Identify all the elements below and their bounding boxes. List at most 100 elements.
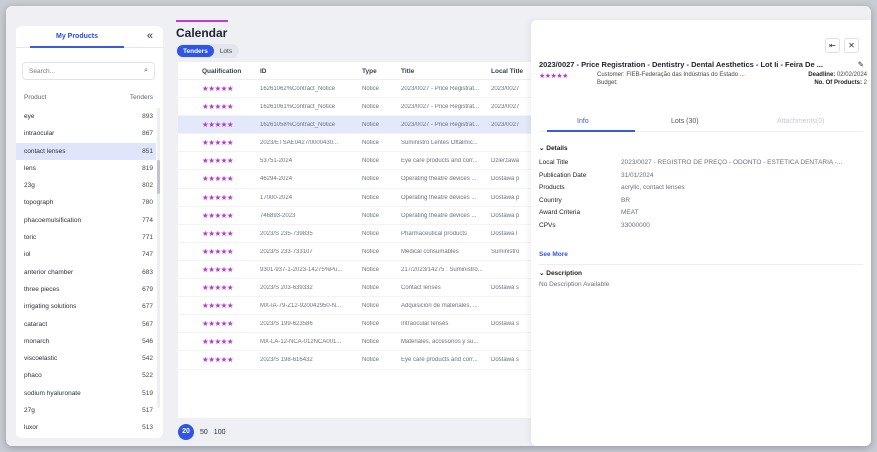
product-search-input[interactable]: [22, 62, 155, 80]
table-row[interactable]: ★★★★★ 9301-937-1-2023-14275%Pu... Notice 21…: [178, 261, 532, 280]
tab-lots[interactable]: Lots (30): [671, 118, 699, 125]
product-tender-count: 774: [142, 216, 153, 224]
qualification-stars: ★★★★★: [202, 156, 234, 166]
tender-title-cell: Materiales, accesorios y su...: [401, 339, 479, 346]
table-row[interactable]: ★★★★★ 16261061%Contract_Notice Notice 2023/…: [178, 98, 532, 117]
table-row[interactable]: ★★★★★ MX-LA-12-NCA-012NCA001... Notice Mate…: [178, 333, 532, 352]
table-row[interactable]: ★★★★★ 16261062%Contract_Notice Notice 2023/…: [178, 80, 532, 99]
product-tender-count: 893: [142, 113, 153, 120]
product-list-item[interactable]: iol 747: [16, 246, 156, 263]
product-list-item[interactable]: phaco 522: [16, 367, 156, 384]
product-column-header[interactable]: Product: [24, 94, 46, 101]
tab-lots[interactable]: Lots: [214, 45, 238, 57]
my-products-tab[interactable]: My Products: [36, 33, 118, 40]
tender-id-cell: MX-IA-79-Z12-920042950-N...: [260, 303, 342, 310]
product-tender-count: 851: [142, 147, 153, 155]
product-list-scrollbar[interactable]: [157, 108, 160, 408]
product-name: phaco: [24, 372, 42, 380]
table-row[interactable]: ★★★★★ 16261058%Contract_Notice Notice 2023/…: [178, 116, 532, 135]
tender-id-cell: 9301-937-1-2023-14275%Pu...: [260, 266, 343, 273]
table-row[interactable]: ★★★★★ 17000-2024 Notice Operating theatre d…: [178, 189, 532, 207]
tender-title-cell: Eye care products and corr...: [401, 357, 478, 364]
table-row[interactable]: ★★★★★ 53751-2024 Notice Eye care products a…: [178, 152, 532, 171]
search-icon[interactable]: ⌕: [144, 67, 148, 75]
product-list-item[interactable]: eye 893: [16, 108, 156, 125]
close-icon[interactable]: ✕: [844, 38, 859, 53]
description-section-toggle[interactable]: ⌄ Description: [539, 269, 582, 277]
product-list-item[interactable]: viscoelastic 542: [16, 350, 156, 367]
tab-tenders[interactable]: Tenders: [177, 45, 214, 57]
table-row[interactable]: ★★★★★ 746893-2023 Notice Operating theatre …: [178, 207, 532, 225]
table-row[interactable]: ★★★★★ MX-IA-79-Z12-920042950-N... Notice Ad…: [178, 297, 532, 316]
table-row[interactable]: ★★★★★ 2023/S 235-739835 Notice Pharmaceutic…: [178, 225, 532, 243]
tender-type-cell: Notice: [362, 303, 380, 310]
see-more-link[interactable]: See More: [539, 251, 568, 258]
product-tender-count: 679: [142, 285, 153, 293]
product-list-item[interactable]: sodium hyaluronate 519: [16, 385, 156, 402]
product-list-item[interactable]: three pieces 679: [16, 281, 156, 298]
product-list-item[interactable]: irrigating solutions 677: [16, 298, 156, 315]
qualification-stars: ★★★★★: [202, 228, 234, 238]
tender-type-cell: Notice: [362, 176, 380, 183]
detail-actions: ⇤ ✕: [825, 38, 859, 53]
local-title-cell: Dostawa l: [491, 230, 518, 237]
details-section-toggle[interactable]: ⌄ Details: [539, 144, 568, 152]
tender-id-cell: 2023/S 199-623586: [260, 321, 313, 328]
product-name: three pieces: [24, 285, 60, 293]
tender-title-cell: Intraocular lenses: [401, 321, 449, 328]
table-row[interactable]: ★★★★★ 2023/S 199-623586 Notice Intraocular …: [178, 315, 532, 334]
product-list-item[interactable]: 23g 802: [16, 177, 156, 194]
tender-type-cell: Notice: [362, 158, 380, 165]
double-chevron-left-icon[interactable]: «: [147, 30, 153, 42]
type-column-header[interactable]: Type: [362, 68, 396, 75]
scrollbar-thumb[interactable]: [157, 160, 160, 194]
product-list-item[interactable]: cataract 567: [16, 316, 156, 333]
tab-info[interactable]: Info: [577, 118, 589, 125]
page-size-50[interactable]: 50: [200, 429, 208, 436]
table-row[interactable]: ★★★★★ 46294-2024 Notice Operating theatre d…: [178, 170, 532, 189]
product-list-item[interactable]: intraocular 867: [16, 125, 156, 142]
product-name: intraocular: [24, 130, 55, 138]
id-column-header[interactable]: ID: [260, 68, 358, 75]
table-row[interactable]: ★★★★★ 2023/S 233-733107 Notice Medical cons…: [178, 243, 532, 261]
active-tab-underline: [547, 130, 635, 132]
product-list-item[interactable]: anterior chamber 683: [16, 264, 156, 281]
products-count-value: 2: [863, 80, 867, 86]
product-list-item[interactable]: topograph 780: [16, 194, 156, 211]
tender-title-cell: 2023/0027 - Price Registrat...: [401, 104, 480, 111]
pin-icon[interactable]: ⇤: [825, 38, 840, 53]
product-name: iol: [24, 251, 31, 259]
product-list-item[interactable]: toric 771: [16, 229, 156, 246]
pencil-icon[interactable]: ✎: [858, 60, 864, 69]
tender-title: 2023/0027 - Price Registration - Dentist…: [539, 60, 864, 69]
table-row[interactable]: ★★★★★ 2023/S 203-639332 Notice Contact lens…: [178, 279, 532, 298]
qualification-column-header[interactable]: Qualification: [202, 68, 252, 75]
product-list-item[interactable]: lens 819: [16, 160, 156, 177]
title-column-header[interactable]: Title: [401, 68, 489, 75]
tenders-column-header[interactable]: Tenders: [130, 94, 153, 101]
tab-attachments[interactable]: Attachments(0): [777, 118, 824, 125]
product-list-item[interactable]: luxor 513: [16, 419, 156, 436]
product-list-item[interactable]: 27g 517: [16, 402, 156, 419]
product-list-item[interactable]: phacoemulsification 774: [16, 212, 156, 229]
tender-type-cell: Notice: [362, 212, 380, 219]
page-size-100[interactable]: 100: [214, 429, 226, 436]
table-row[interactable]: ★★★★★ 2023/S 198-616432 Notice Eye care pro…: [178, 351, 532, 370]
tender-type-cell: Notice: [362, 248, 380, 255]
detail-field-label: Award Criteria: [539, 209, 581, 216]
product-list-item[interactable]: contact lenses 851: [16, 142, 156, 160]
tender-id-cell: 746893-2023: [260, 212, 296, 219]
product-tender-count: 802: [142, 182, 153, 190]
tender-type-cell: Notice: [362, 86, 380, 92]
local-title-cell: 2023/0027: [491, 104, 520, 111]
local-title-column-header[interactable]: Local Title: [491, 68, 532, 75]
tender-id-cell: 53751-2024: [260, 158, 293, 165]
qualification-stars: ★★★★★: [202, 283, 234, 293]
product-list-item[interactable]: monarch 546: [16, 333, 156, 350]
table-row[interactable]: ★★★★★ 2023/ETSAE0427/0000430... Notice Sumi…: [178, 134, 532, 153]
tender-id-cell: 2023/ETSAE0427/0000430...: [260, 140, 339, 147]
page-size-20[interactable]: 20: [178, 424, 194, 440]
tender-id-cell: 16261062%Contract_Notice: [260, 86, 336, 92]
tender-type-cell: Notice: [362, 321, 380, 328]
tender-id-cell: 16261058%Contract_Notice: [260, 122, 336, 129]
